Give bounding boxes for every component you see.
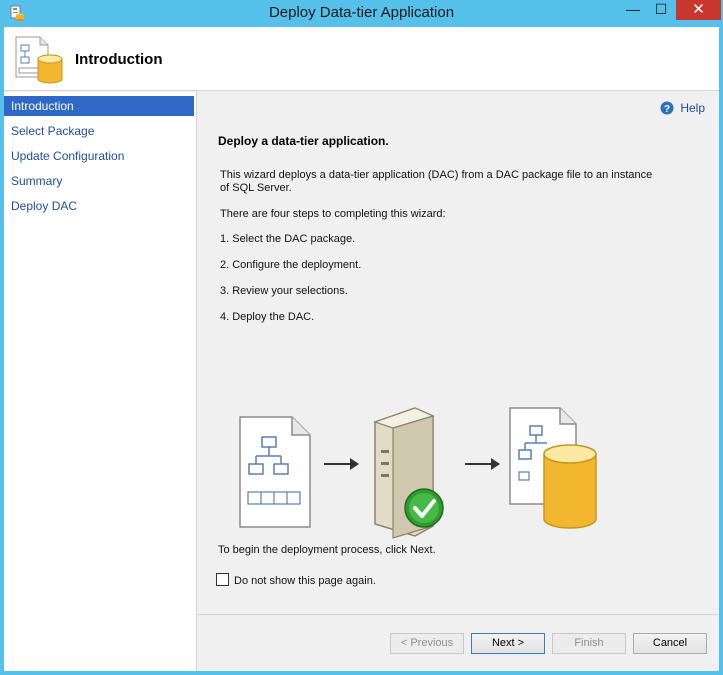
steps-intro-text: There are four steps to completing this …: [220, 208, 446, 220]
main-content: ? Help Deploy a data-tier application. T…: [197, 92, 719, 671]
server-check-icon: [373, 407, 444, 539]
maximize-button[interactable]: ☐: [648, 0, 674, 20]
begin-instruction: To begin the deployment process, click N…: [218, 544, 436, 556]
intro-text: This wizard deploys a data-tier applicat…: [220, 169, 653, 194]
deployment-diagram: [239, 407, 597, 539]
svg-text:?: ?: [664, 104, 670, 115]
nav-item-introduction[interactable]: Introduction: [4, 96, 194, 116]
nav-item-deploy-dac[interactable]: Deploy DAC: [4, 196, 194, 216]
window-title: Deploy Data-tier Application: [268, 4, 455, 21]
help-label: Help: [680, 101, 705, 115]
step-item: 3. Review your selections.: [220, 285, 348, 297]
minimize-button[interactable]: —: [620, 0, 646, 20]
dac-database-icon: [15, 36, 63, 84]
step-item: 1. Select the DAC package.: [220, 233, 356, 245]
step-item: 4. Deploy the DAC.: [220, 311, 315, 323]
wizard-client-area: Introduction Introduction Select Package…: [4, 27, 719, 671]
finish-button[interactable]: Finish: [552, 633, 626, 654]
step-item: 2. Configure the deployment.: [220, 259, 362, 271]
content-heading: Deploy a data-tier application.: [218, 134, 389, 148]
close-button[interactable]: ✕: [676, 0, 721, 20]
help-icon: ?: [660, 101, 674, 115]
arrow-right-icon: [465, 458, 500, 470]
dont-show-again-checkbox[interactable]: [216, 573, 229, 586]
page-header: Introduction: [4, 27, 719, 91]
title-bar[interactable]: Deploy Data-tier Application — ☐ ✕: [0, 0, 723, 27]
help-link[interactable]: ? Help: [660, 100, 705, 116]
dac-package-icon: [239, 416, 311, 528]
arrow-right-icon: [324, 458, 359, 470]
next-button[interactable]: Next >: [471, 633, 545, 654]
wizard-nav: Introduction Select Package Update Confi…: [4, 92, 197, 671]
dont-show-again-row[interactable]: Do not show this page again.: [216, 573, 376, 589]
nav-item-update-configuration[interactable]: Update Configuration: [4, 146, 194, 166]
footer-divider: [197, 614, 719, 615]
page-title: Introduction: [75, 51, 163, 68]
nav-item-select-package[interactable]: Select Package: [4, 121, 194, 141]
dont-show-again-label[interactable]: Do not show this page again.: [234, 575, 376, 587]
nav-item-summary[interactable]: Summary: [4, 171, 194, 191]
wizard-window: Deploy Data-tier Application — ☐ ✕ Intro…: [0, 0, 723, 675]
cancel-button[interactable]: Cancel: [633, 633, 707, 654]
previous-button[interactable]: < Previous: [390, 633, 464, 654]
database-icon: [509, 407, 597, 529]
